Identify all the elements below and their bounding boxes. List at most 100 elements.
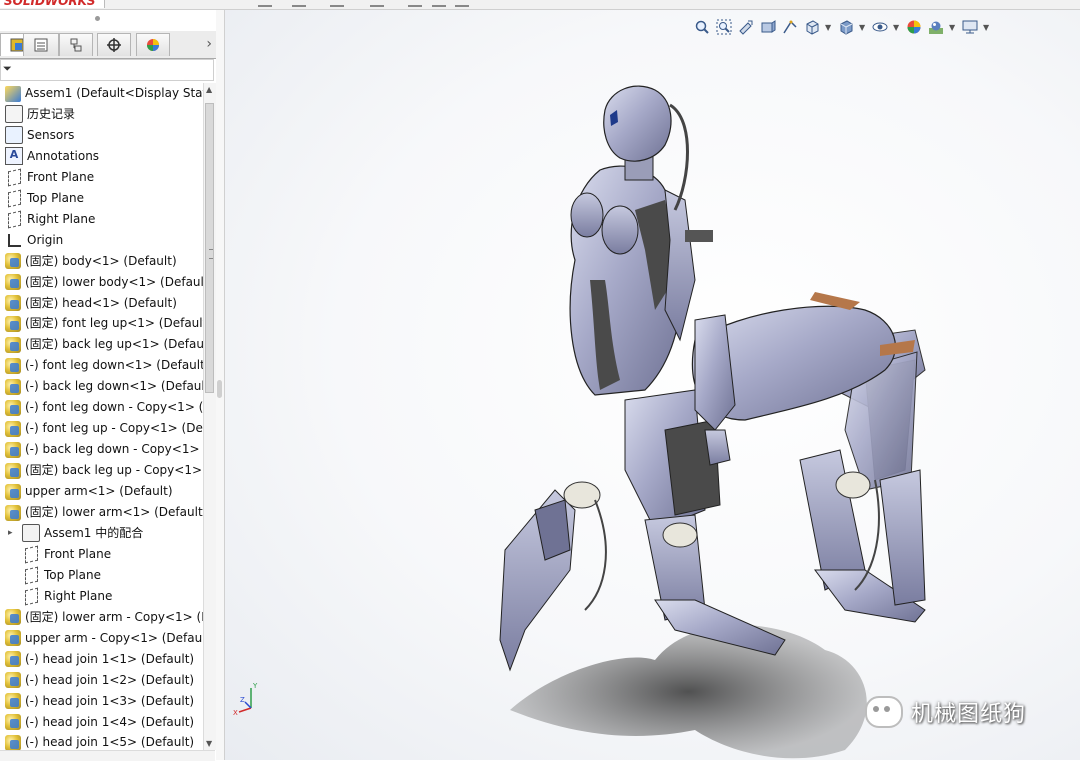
- tree-row[interactable]: Origin: [0, 230, 203, 251]
- tree-row[interactable]: (-) font leg up - Copy<1> (Defa: [0, 418, 203, 439]
- triad-x-label: X: [233, 709, 238, 717]
- tree-row[interactable]: (-) font leg down<1> (Default): [0, 355, 203, 376]
- part-icon: [5, 420, 21, 437]
- tree-row-label: (-) head join 1<1> (Default): [25, 651, 195, 666]
- tree-row[interactable]: (-) head join 1<1> (Default): [0, 649, 203, 670]
- part-icon: [5, 274, 21, 291]
- toolbar-icon[interactable]: [330, 0, 344, 7]
- part-icon: [5, 462, 21, 479]
- tree-row[interactable]: (固定) lower arm - Copy<1> (De: [0, 607, 203, 628]
- assembly-icon: [5, 85, 21, 102]
- tree-row[interactable]: (固定) lower body<1> (Default): [0, 272, 203, 293]
- tree-row[interactable]: Sensors: [0, 125, 203, 146]
- tree-row-label: (-) font leg down<1> (Default): [25, 358, 203, 373]
- scroll-down-arrow-icon[interactable]: ▼: [206, 739, 212, 748]
- tree-filter-bar[interactable]: ⏷: [0, 59, 214, 81]
- tree-row-label: upper arm<1> (Default): [25, 484, 173, 499]
- tree-row[interactable]: (-) font leg down - Copy<1> (D: [0, 397, 203, 418]
- feature-manager-panel: › ⏷ Assem1 (Default<Display State-1>) 历史记…: [0, 10, 217, 761]
- tree-row-label: 历史记录: [27, 106, 76, 121]
- splitter-knob[interactable]: [217, 380, 222, 398]
- tree-row-label: Sensors: [27, 127, 75, 142]
- tab-dimxpert-manager[interactable]: [97, 33, 131, 56]
- graphics-area[interactable]: ▼ ▼ ▼ ▼ ▼ Y X Z 机械图纸狗: [225, 10, 1080, 760]
- mates-icon: [22, 524, 40, 543]
- tab-display-manager[interactable]: [136, 33, 170, 56]
- triad-z-label: Z: [240, 696, 245, 704]
- scroll-up-arrow-icon[interactable]: ▲: [206, 85, 212, 94]
- part-icon: [5, 672, 21, 689]
- panel-splitter[interactable]: [216, 10, 225, 760]
- tree-row[interactable]: (固定) font leg up<1> (Default): [0, 313, 203, 334]
- tree-row-label: (固定) back leg up<1> (Default): [25, 337, 203, 352]
- chest-left: [570, 192, 604, 238]
- tree-row[interactable]: Top Plane: [0, 188, 203, 209]
- view-triad: Y X Z: [233, 682, 258, 717]
- tree-row[interactable]: (-) head join 1<4> (Default): [0, 712, 203, 733]
- feature-tree: Assem1 (Default<Display State-1>) 历史记录 Sen…: [0, 83, 203, 750]
- tabs-more-chevron-icon[interactable]: ›: [206, 36, 212, 52]
- toolbar-icon[interactable]: [455, 0, 469, 7]
- z-axis-line: [244, 701, 252, 709]
- toolbar-icon[interactable]: [408, 0, 422, 7]
- tree-row[interactable]: (固定) back leg up - Copy<1> (: [0, 460, 203, 481]
- tree-row[interactable]: Assem1 (Default<Display State-1>): [0, 83, 203, 104]
- back-shin-left: [799, 449, 866, 591]
- tree-horizontal-scrollbar[interactable]: [0, 750, 215, 761]
- part-icon: [5, 714, 21, 730]
- part-icon: [5, 630, 21, 647]
- tree-row[interactable]: (固定) back leg up<1> (Default): [0, 334, 203, 355]
- panel-collapse-handle[interactable]: [95, 16, 100, 21]
- tree-row[interactable]: (-) head join 1<3> (Default): [0, 691, 203, 712]
- tree-row[interactable]: (固定) head<1> (Default): [0, 293, 203, 314]
- scroll-thumb[interactable]: [205, 103, 214, 393]
- tree-row[interactable]: upper arm<1> (Default): [0, 481, 203, 502]
- tree-row[interactable]: 历史记录: [0, 104, 203, 125]
- part-icon: [5, 315, 21, 332]
- model-shadow: [510, 625, 867, 759]
- part-icon: [5, 504, 21, 521]
- tree-row-label: (固定) lower body<1> (Default): [25, 274, 203, 289]
- tree-row[interactable]: Right Plane: [0, 586, 203, 607]
- tree-row-label: upper arm - Copy<1> (Default): [25, 630, 203, 645]
- dimxpert-crosshair-icon: [107, 38, 121, 52]
- tree-row[interactable]: Front Plane: [0, 544, 203, 565]
- toolbar-icon[interactable]: [432, 0, 446, 7]
- tree-row[interactable]: (-) back leg down<1> (Default): [0, 376, 203, 397]
- tree-row-label: (固定) lower arm<1> (Default): [25, 505, 203, 519]
- solidworks-logo[interactable]: SOLIDWORKS: [0, 0, 105, 8]
- plane-icon: [25, 587, 38, 606]
- toolbar-icon[interactable]: [258, 0, 272, 7]
- tree-row-label: (固定) font leg up<1> (Default): [25, 316, 203, 331]
- tree-row[interactable]: Front Plane: [0, 167, 203, 188]
- tree-row[interactable]: ▸ Assem1 中的配合: [0, 523, 203, 544]
- tree-row[interactable]: (-) head join 1<5> (Default): [0, 732, 203, 750]
- tree-row[interactable]: Right Plane: [0, 209, 203, 230]
- toolbar-icon[interactable]: [292, 0, 306, 7]
- expand-chevron-icon[interactable]: ▸: [8, 528, 18, 538]
- centaur-robot-model[interactable]: [225, 10, 1080, 760]
- tree-row[interactable]: (-) head join 1<2> (Default): [0, 670, 203, 691]
- tree-vertical-scrollbar[interactable]: ▲ ▼: [203, 83, 216, 750]
- tab-configuration-manager[interactable]: [59, 33, 93, 56]
- part-icon: [5, 483, 21, 500]
- tree-row[interactable]: (固定) body<1> (Default): [0, 251, 203, 272]
- tree-row-label: Right Plane: [27, 211, 96, 226]
- part-icon: [5, 441, 21, 458]
- tree-row-label: Top Plane: [27, 190, 84, 205]
- tree-row[interactable]: upper arm - Copy<1> (Default): [0, 628, 203, 649]
- hand: [704, 429, 731, 466]
- tree-row[interactable]: (固定) lower arm<1> (Default): [0, 502, 203, 523]
- tree-row[interactable]: Top Plane: [0, 565, 203, 586]
- leg-cable: [584, 499, 607, 611]
- tree-row-label: Right Plane: [44, 588, 113, 603]
- tree-row[interactable]: (-) back leg down - Copy<1> (I: [0, 439, 203, 460]
- filter-funnel-icon[interactable]: ⏷: [3, 62, 12, 76]
- tree-row[interactable]: A Annotations: [0, 146, 203, 167]
- x-axis-line: [238, 707, 252, 713]
- toolbar-icon[interactable]: [370, 0, 384, 7]
- tab-property-manager[interactable]: [23, 33, 59, 56]
- plane-icon: [8, 168, 21, 187]
- tree-row-label: (-) head join 1<4> (Default): [25, 714, 195, 729]
- manager-tabs: ›: [0, 31, 216, 59]
